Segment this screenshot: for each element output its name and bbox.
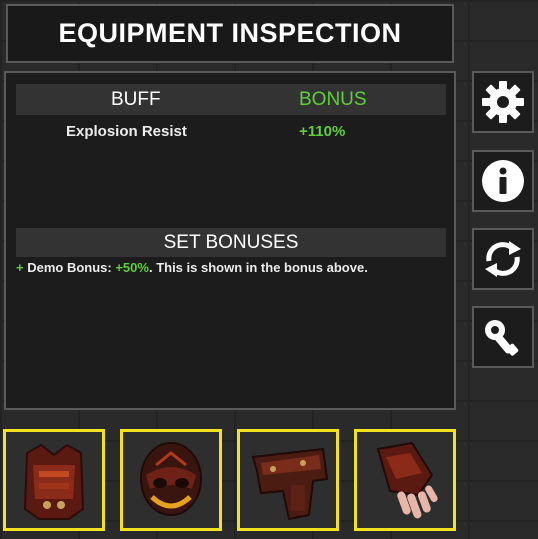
buff-column-header: BUFF: [111, 89, 161, 110]
buff-value: +110%: [299, 123, 346, 140]
settings-button[interactable]: [472, 71, 534, 133]
slot-leg-armor[interactable]: [237, 429, 339, 531]
swap-button[interactable]: [472, 228, 534, 290]
set-bonuses-title: SET BONUSES: [163, 231, 299, 253]
bonus-column-header: BONUS: [299, 89, 367, 110]
chest-armor-icon: [23, 443, 85, 520]
helmet-icon: [140, 442, 202, 516]
slot-helmet[interactable]: [120, 429, 222, 531]
set-bonus-prefix: +: [16, 260, 24, 275]
set-bonuses-header: SET BONUSES: [16, 228, 446, 257]
set-bonus-suffix: . This is shown in the bonus above.: [148, 260, 368, 275]
swap-icon: [485, 241, 521, 277]
set-bonus-label: Demo Bonus:: [27, 260, 116, 275]
gear-icon: [482, 81, 524, 123]
inspection-panel: BUFF BONUS Explosion Resist +110% SET BO…: [4, 71, 456, 410]
leg-armor-icon: [251, 447, 329, 521]
title-bar: EQUIPMENT INSPECTION: [6, 4, 454, 63]
grinder-icon: [485, 320, 519, 356]
slot-gloves[interactable]: [354, 429, 456, 531]
set-bonus-value: +50%: [115, 260, 149, 275]
grinder-button[interactable]: [472, 306, 534, 368]
info-icon: [482, 160, 524, 202]
set-bonus-line: + Demo Bonus: +50%. This is shown in the…: [16, 260, 368, 275]
buff-table-header: BUFF BONUS: [16, 84, 446, 115]
page-title: EQUIPMENT INSPECTION: [58, 18, 402, 48]
glove-icon: [376, 441, 438, 519]
slot-chest-armor[interactable]: [3, 429, 105, 531]
info-button[interactable]: [472, 150, 534, 212]
buff-name: Explosion Resist: [66, 123, 187, 140]
